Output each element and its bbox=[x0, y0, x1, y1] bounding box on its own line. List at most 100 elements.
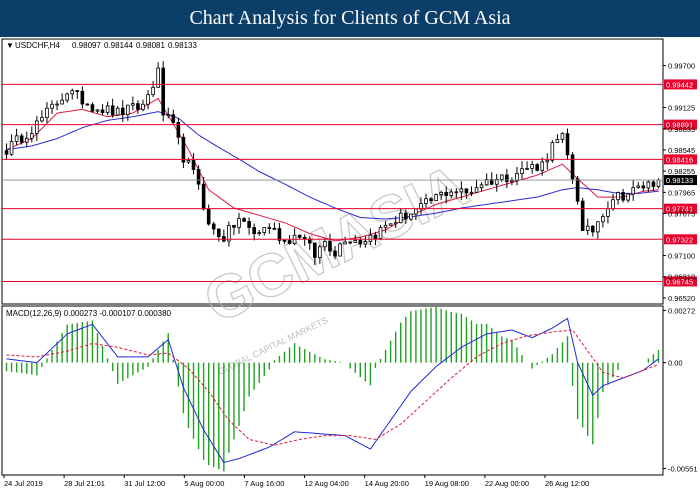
candle-body bbox=[383, 224, 388, 228]
candle-body bbox=[70, 90, 75, 95]
candle-body bbox=[272, 227, 277, 230]
candle-body bbox=[120, 107, 125, 116]
price-tick-label: 0.97100 bbox=[668, 252, 695, 261]
candle-body bbox=[29, 133, 34, 139]
x-tick-label: 24 Jul 2019 bbox=[4, 479, 43, 488]
candle-body bbox=[641, 185, 646, 189]
candle-body bbox=[444, 191, 449, 196]
ohlc-close: 0.98133 bbox=[168, 41, 197, 50]
candle-body bbox=[216, 228, 221, 238]
candle-body bbox=[50, 103, 54, 109]
candle-body bbox=[85, 103, 90, 106]
candle-body bbox=[282, 240, 287, 242]
candle-body bbox=[626, 193, 630, 201]
candle-body bbox=[398, 212, 403, 224]
candle-body bbox=[378, 226, 383, 239]
candle-body bbox=[191, 160, 196, 170]
candle-body bbox=[146, 94, 150, 105]
x-tick-label: 22 Aug 00:00 bbox=[485, 479, 529, 488]
candle-body bbox=[227, 224, 231, 242]
candle-body bbox=[242, 218, 246, 222]
candle-body bbox=[35, 120, 39, 134]
x-tick-label: 12 Aug 04:00 bbox=[305, 479, 349, 488]
x-tick-label: 14 Aug 20:00 bbox=[365, 479, 409, 488]
candle-body bbox=[302, 237, 307, 240]
candle-body bbox=[535, 164, 539, 171]
candle-body bbox=[211, 223, 216, 230]
level-label: 0.98416 bbox=[666, 155, 693, 164]
candle-body bbox=[277, 228, 282, 241]
price-tick-label: 0.98255 bbox=[668, 167, 695, 176]
candle-body bbox=[80, 90, 85, 105]
candle-body bbox=[257, 232, 262, 235]
candle-body bbox=[328, 240, 332, 252]
macd-tick-label: 0.00272 bbox=[668, 306, 695, 315]
candle-body bbox=[429, 198, 433, 201]
candle-body bbox=[206, 208, 211, 225]
candle-body bbox=[60, 99, 64, 105]
candle-body bbox=[621, 192, 625, 201]
candle-body bbox=[454, 191, 459, 194]
candle-body bbox=[115, 107, 120, 116]
current-price-label: 0.98133 bbox=[666, 176, 693, 185]
candle-body bbox=[19, 135, 24, 143]
candle-body bbox=[434, 194, 438, 201]
price-tick-label: 0.97675 bbox=[668, 210, 695, 219]
ohlc-low: 0.98081 bbox=[136, 41, 165, 50]
candle-body bbox=[186, 160, 191, 163]
candle-body bbox=[297, 234, 302, 238]
candle-body bbox=[131, 103, 135, 106]
candle-body bbox=[616, 192, 620, 201]
candle-body bbox=[565, 133, 570, 156]
candle-body bbox=[601, 216, 605, 223]
price-tick-label: 0.98835 bbox=[668, 125, 695, 134]
candle-body bbox=[570, 154, 575, 180]
candle-body bbox=[419, 203, 423, 210]
candle-body bbox=[318, 246, 322, 258]
price-panel-title: USDCHF,H4 bbox=[15, 41, 60, 50]
candle-body bbox=[201, 183, 206, 210]
x-tick-label: 7 Aug 16:00 bbox=[244, 479, 284, 488]
candle-body bbox=[596, 221, 600, 233]
candle-body bbox=[55, 103, 59, 106]
candle-body bbox=[474, 187, 479, 193]
candle-body bbox=[363, 241, 368, 245]
price-tick-label: 0.96520 bbox=[668, 294, 695, 303]
price-tick-label: 0.98545 bbox=[668, 146, 695, 155]
price-tick-label: 0.99125 bbox=[668, 104, 695, 113]
candle-body bbox=[95, 109, 100, 112]
candle-body bbox=[520, 168, 524, 174]
candle-body bbox=[631, 187, 636, 195]
candle-body bbox=[166, 114, 171, 117]
candle-body bbox=[100, 109, 105, 113]
candle-body bbox=[196, 169, 201, 185]
candle-body bbox=[323, 240, 327, 248]
candle-body bbox=[151, 86, 155, 96]
candle-body bbox=[525, 167, 529, 170]
candle-body bbox=[141, 103, 145, 110]
level-label: 0.99442 bbox=[666, 80, 693, 89]
candle-body bbox=[555, 139, 560, 144]
candle-body bbox=[530, 164, 534, 169]
candle-body bbox=[540, 161, 545, 171]
candle-body bbox=[171, 114, 176, 123]
level-label: 0.97322 bbox=[666, 235, 693, 244]
x-tick-label: 31 Jul 12:00 bbox=[124, 479, 165, 488]
candle-body bbox=[353, 240, 358, 243]
candle-body bbox=[75, 90, 80, 93]
price-tick-label: 0.99700 bbox=[668, 62, 695, 71]
candle-body bbox=[388, 223, 393, 226]
candle-body bbox=[40, 117, 44, 122]
candle-body bbox=[348, 241, 352, 244]
chart-area[interactable]: GCMASIA GLOBAL CAPITAL MARKETS 0.994420.… bbox=[0, 37, 700, 500]
candle-body bbox=[545, 159, 550, 163]
candle-body bbox=[4, 150, 9, 155]
candle-body bbox=[611, 199, 615, 210]
candle-body bbox=[550, 142, 555, 161]
candle-body bbox=[373, 234, 378, 239]
symbol-dropdown-icon[interactable]: ▼ bbox=[6, 41, 14, 50]
candle-body bbox=[459, 188, 464, 193]
candle-body bbox=[343, 241, 347, 245]
price-tick-label: 0.96810 bbox=[668, 273, 695, 282]
candle-body bbox=[636, 185, 641, 189]
